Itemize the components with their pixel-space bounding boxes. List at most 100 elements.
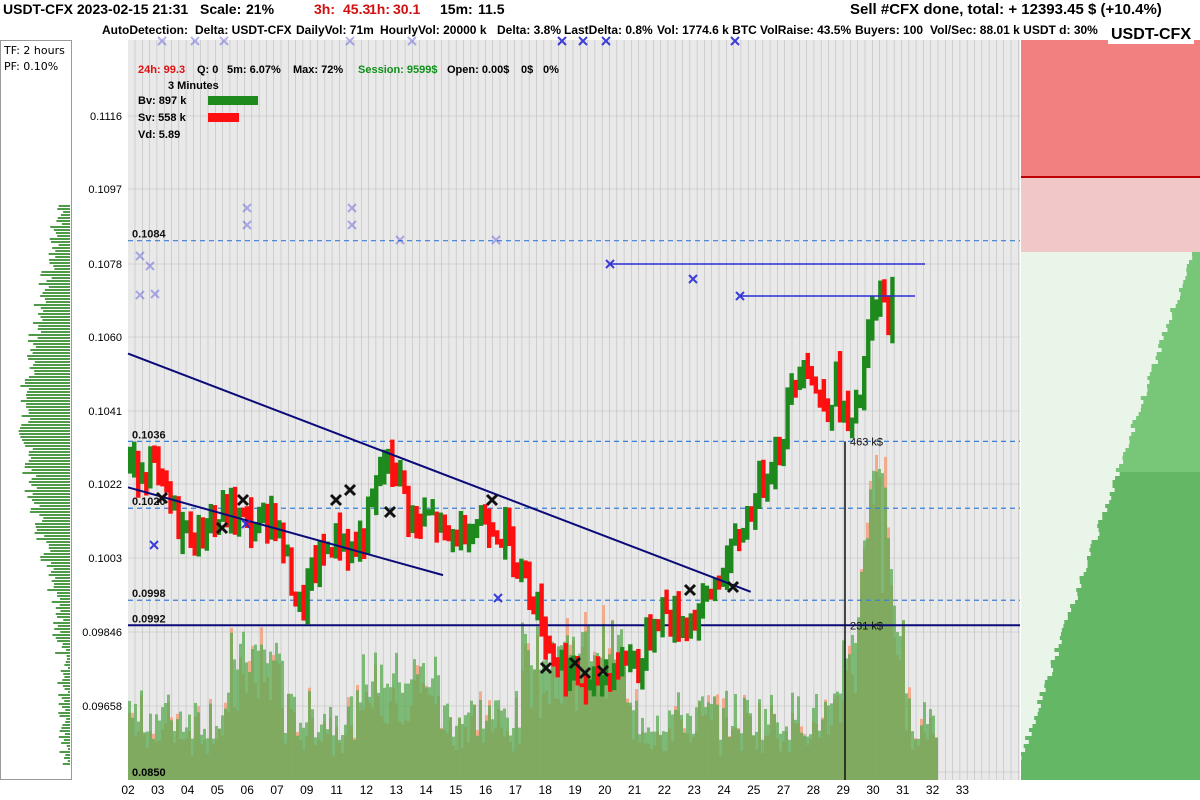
x-tick-label: 18 bbox=[539, 783, 553, 797]
volume-bar-buy bbox=[170, 720, 173, 780]
candle bbox=[442, 514, 447, 541]
bid-depth-bar bbox=[1167, 328, 1200, 332]
volume-profile-bar bbox=[49, 259, 70, 261]
bid-depth-bar bbox=[1161, 332, 1200, 336]
volume-bar-buy bbox=[239, 643, 242, 780]
volume-bar-buy bbox=[917, 738, 920, 780]
volume-profile-bar bbox=[42, 292, 70, 294]
volume-bar-buy bbox=[893, 605, 896, 780]
candle bbox=[616, 652, 621, 680]
bid-depth-bar bbox=[1040, 704, 1200, 708]
volume-profile-bar bbox=[55, 256, 70, 258]
bid-depth-bar bbox=[1054, 648, 1200, 652]
candle bbox=[773, 436, 778, 490]
bid-depth-bar bbox=[1147, 376, 1200, 380]
volume-profile-bar bbox=[38, 325, 70, 327]
candle bbox=[890, 276, 895, 344]
volume-profile-bar bbox=[56, 220, 70, 222]
bid-depth-bar bbox=[1045, 688, 1200, 692]
x-tick-label: 02 bbox=[121, 783, 135, 797]
volume-bar-buy bbox=[743, 697, 746, 780]
volume-profile-bar bbox=[25, 463, 70, 465]
volume-profile-bar bbox=[55, 577, 70, 579]
candle bbox=[672, 595, 677, 643]
candle bbox=[430, 499, 435, 516]
candle bbox=[261, 502, 266, 524]
candle bbox=[281, 522, 286, 564]
bid-depth-bar bbox=[1163, 336, 1200, 340]
volume-profile-bar bbox=[24, 466, 70, 468]
candle bbox=[240, 507, 246, 518]
bid-depth-bar bbox=[1050, 664, 1200, 668]
x-tick-label: 07 bbox=[270, 783, 284, 797]
volume-profile-bar bbox=[53, 622, 70, 624]
volume-bar-buy bbox=[830, 703, 833, 780]
volume-bar-buy bbox=[179, 711, 182, 780]
buy-volume: Bv: 897 k bbox=[138, 95, 187, 107]
volume-bar-buy bbox=[329, 706, 332, 780]
candle bbox=[539, 583, 544, 637]
volume-profile-bar bbox=[59, 715, 70, 717]
bid-depth-bar bbox=[1114, 488, 1200, 492]
x-tick-label: 20 bbox=[598, 783, 612, 797]
volume-profile-bar bbox=[30, 457, 70, 459]
bid-depth-bar bbox=[1086, 556, 1200, 560]
x-tick-label: 31 bbox=[896, 783, 910, 797]
candle bbox=[438, 512, 443, 533]
bid-depth-bar bbox=[1077, 592, 1200, 596]
x-tick-label: 29 bbox=[837, 783, 851, 797]
candle bbox=[692, 609, 698, 631]
volume-bar-buy bbox=[773, 714, 776, 780]
volume-bar-buy bbox=[791, 692, 794, 780]
volume-bar-buy bbox=[308, 691, 311, 780]
volume-profile-bar bbox=[28, 481, 70, 483]
bid-depth-bar bbox=[1156, 352, 1200, 356]
volume-bar-buy bbox=[758, 699, 761, 780]
volume-profile-bar bbox=[51, 277, 70, 279]
volume-bar-buy bbox=[671, 714, 674, 780]
volume-profile-bar bbox=[45, 301, 70, 303]
bid-depth-bar bbox=[1159, 340, 1200, 344]
volume-bar-buy bbox=[554, 664, 557, 780]
volume-profile-bar bbox=[55, 637, 70, 639]
volume-bar-buy bbox=[740, 733, 743, 780]
candle bbox=[660, 597, 665, 638]
volume-profile-bar bbox=[64, 700, 70, 702]
bid-depth-bar bbox=[1180, 292, 1200, 296]
volume-profile-bar bbox=[33, 364, 70, 366]
volume-profile-bar bbox=[50, 226, 70, 228]
bid-depth-bar bbox=[1023, 744, 1200, 748]
volume-bar-buy bbox=[206, 738, 209, 780]
volume-profile-bar bbox=[36, 487, 70, 489]
bid-depth-bar bbox=[1079, 580, 1200, 584]
volume-profile-bar bbox=[29, 511, 70, 513]
x-tick-label: 30 bbox=[866, 783, 880, 797]
volume-profile-bar bbox=[59, 598, 70, 600]
y-tick-label: 0.1060 bbox=[88, 332, 122, 344]
bid-depth-bar bbox=[1098, 528, 1200, 532]
volume-bar-buy bbox=[182, 731, 185, 780]
volume-profile-bar bbox=[40, 559, 70, 561]
volume-bar-buy bbox=[398, 682, 401, 780]
bid-depth-bar bbox=[1102, 516, 1200, 520]
bid-depth-bar bbox=[1186, 272, 1200, 276]
bid-depth-bar bbox=[1123, 460, 1200, 464]
bid-depth-bar bbox=[1070, 604, 1200, 608]
bid-depth-bar bbox=[1171, 312, 1200, 316]
volume-bar-buy bbox=[704, 707, 707, 780]
volume-bar-buy bbox=[929, 709, 932, 780]
candle bbox=[434, 511, 439, 543]
candle bbox=[398, 459, 403, 487]
bid-depth-bar bbox=[1028, 728, 1200, 732]
volume-profile-bar bbox=[53, 568, 70, 570]
candle bbox=[321, 533, 326, 566]
volume-bar-buy bbox=[602, 623, 605, 780]
volume-bar-buy bbox=[296, 735, 299, 780]
price-chart[interactable]: 0.10840.10360.10200.09980.0992463 k$231 … bbox=[0, 0, 1200, 800]
candle bbox=[317, 540, 322, 588]
bid-depth-bar bbox=[1157, 360, 1200, 364]
price-level-label: 0.1084 bbox=[132, 229, 167, 241]
x-tick-label: 14 bbox=[419, 783, 433, 797]
volume-profile-bar bbox=[20, 400, 70, 402]
candle bbox=[732, 523, 738, 546]
